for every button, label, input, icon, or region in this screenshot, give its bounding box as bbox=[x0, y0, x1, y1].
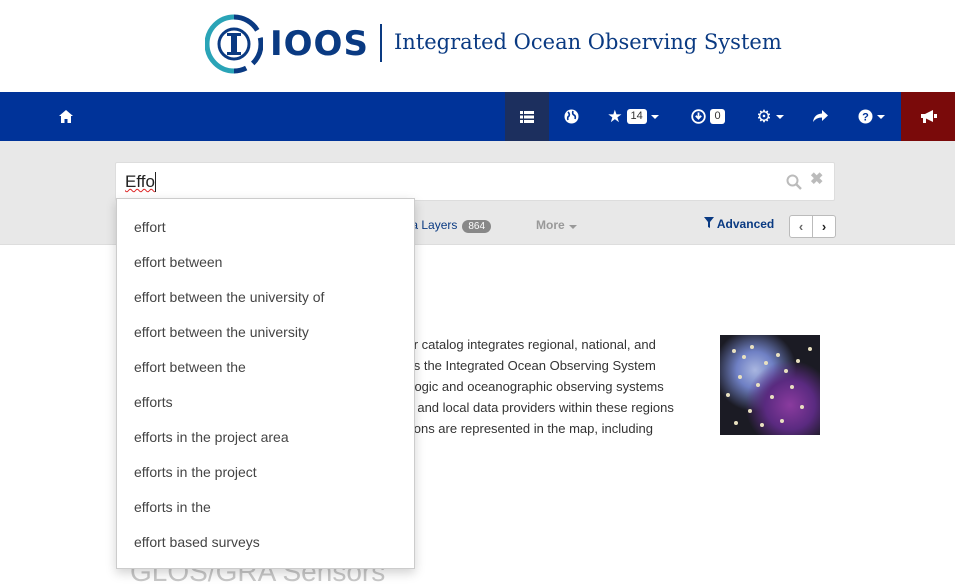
suggestion-item[interactable]: effort between the university of bbox=[134, 289, 324, 305]
favorites-count-badge: 14 bbox=[626, 109, 647, 124]
suggestion-item[interactable]: efforts in the project area bbox=[134, 429, 289, 445]
logo-text: IOOS bbox=[270, 24, 369, 64]
ioos-logo-icon bbox=[205, 14, 263, 74]
next-page-button[interactable]: › bbox=[812, 216, 835, 237]
advanced-search-button[interactable]: Advanced bbox=[704, 217, 774, 231]
list-icon bbox=[520, 110, 534, 123]
suggestion-item[interactable]: efforts in the bbox=[134, 499, 211, 515]
map-view-button[interactable] bbox=[551, 92, 591, 141]
search-input-box[interactable]: Effo ✖ bbox=[115, 162, 835, 201]
download-icon bbox=[691, 109, 707, 124]
announcements-button[interactable] bbox=[901, 92, 955, 141]
list-view-button[interactable] bbox=[505, 92, 549, 141]
search-icon[interactable] bbox=[786, 174, 802, 190]
top-navbar: ★ 14 0 ⚙ ? bbox=[0, 92, 955, 141]
home-button[interactable] bbox=[48, 92, 84, 141]
autocomplete-dropdown: effort effort between effort between the… bbox=[116, 198, 415, 569]
advanced-label: Advanced bbox=[716, 217, 775, 231]
suggestion-item[interactable]: efforts bbox=[134, 394, 173, 410]
logo-divider bbox=[380, 24, 382, 62]
search-input[interactable]: Effo bbox=[125, 172, 155, 192]
downloads-button[interactable]: 0 bbox=[680, 92, 736, 141]
tab-data-layers-count: 864 bbox=[462, 220, 492, 233]
logo-tagline: Integrated Ocean Observing System bbox=[394, 30, 782, 54]
help-button[interactable]: ? bbox=[849, 92, 893, 141]
map-thumbnail[interactable] bbox=[720, 335, 820, 435]
suggestion-item[interactable]: effort bbox=[134, 219, 166, 235]
suggestion-item[interactable]: effort based surveys bbox=[134, 534, 260, 550]
favorites-button[interactable]: ★ 14 bbox=[598, 92, 668, 141]
catalog-description: sor catalog integrates regional, nationa… bbox=[400, 337, 674, 436]
suggestion-item[interactable]: effort between the bbox=[134, 359, 246, 375]
tab-more-label: More bbox=[536, 218, 565, 232]
previous-page-button[interactable]: ‹ bbox=[790, 216, 812, 237]
suggestion-item[interactable]: efforts in the project bbox=[134, 464, 257, 480]
tab-more[interactable]: More bbox=[536, 218, 577, 232]
star-icon: ★ bbox=[607, 106, 623, 126]
chevron-down-icon bbox=[568, 225, 577, 229]
svg-text:?: ? bbox=[862, 112, 869, 124]
share-button[interactable] bbox=[801, 92, 839, 141]
settings-button[interactable]: ⚙ bbox=[746, 92, 794, 141]
filter-icon bbox=[704, 217, 714, 228]
chevron-down-icon bbox=[876, 114, 885, 119]
help-icon: ? bbox=[858, 109, 872, 124]
suggestion-item[interactable]: effort between the university bbox=[134, 324, 309, 340]
clear-icon[interactable]: ✖ bbox=[810, 172, 824, 188]
globe-icon bbox=[564, 109, 578, 124]
pager: ‹ › bbox=[789, 215, 836, 238]
downloads-count-badge: 0 bbox=[710, 109, 725, 124]
tab-data-layers[interactable]: ta Layers 864 bbox=[408, 218, 492, 233]
text-cursor bbox=[155, 172, 156, 192]
brand-header: IOOS Integrated Ocean Observing System bbox=[0, 0, 955, 92]
chevron-down-icon bbox=[650, 114, 659, 119]
home-icon bbox=[59, 110, 73, 123]
chevron-down-icon bbox=[775, 114, 784, 119]
tab-data-layers-label: ta Layers bbox=[408, 218, 458, 232]
megaphone-icon bbox=[920, 110, 937, 123]
gear-icon: ⚙ bbox=[756, 106, 772, 126]
suggestion-item[interactable]: effort between bbox=[134, 254, 222, 270]
share-icon bbox=[812, 110, 828, 122]
